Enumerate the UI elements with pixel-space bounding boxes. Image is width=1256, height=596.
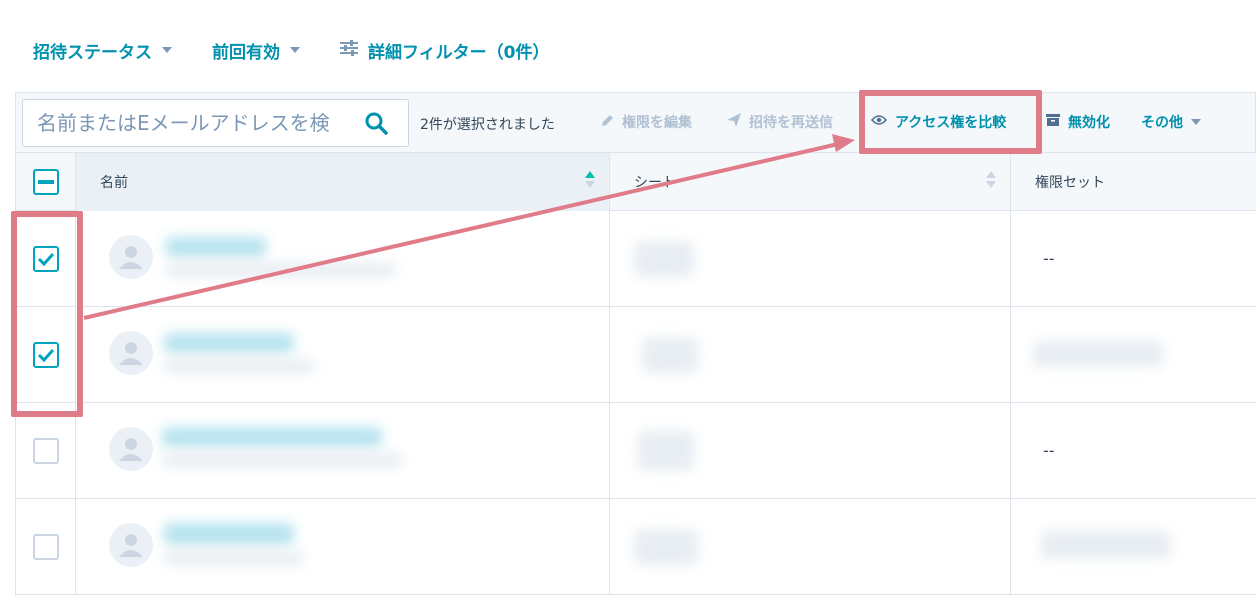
last-active-label: 前回有効 xyxy=(212,42,280,63)
table-header: 名前 シート 権限セット xyxy=(16,152,1256,211)
permission-set-cell xyxy=(1011,499,1256,594)
search-input[interactable] xyxy=(37,111,357,135)
seat-cell xyxy=(610,307,1011,402)
sort-icon xyxy=(986,171,996,188)
compare-access-button[interactable]: アクセス権を比較 xyxy=(870,112,1007,132)
redacted-name xyxy=(164,523,294,545)
chevron-down-icon xyxy=(162,47,172,53)
row-checkbox[interactable] xyxy=(32,533,59,560)
archive-icon xyxy=(1046,114,1060,130)
redacted-permission-set xyxy=(1041,531,1171,559)
permission-set-value: -- xyxy=(1043,249,1055,268)
pencil-icon xyxy=(601,114,614,131)
users-table: 名前 シート 権限セット -- -- xyxy=(15,152,1256,596)
invite-status-filter[interactable]: 招待ステータス xyxy=(33,38,172,63)
edit-permissions-button[interactable]: 権限を編集 xyxy=(601,112,692,132)
permission-set-cell: -- xyxy=(1011,211,1256,306)
deactivate-button[interactable]: 無効化 xyxy=(1046,112,1110,132)
redacted-name xyxy=(162,427,382,447)
row-checkbox[interactable] xyxy=(32,437,59,464)
redacted-email xyxy=(166,263,396,277)
more-label: その他 xyxy=(1141,115,1183,131)
redacted-seat xyxy=(642,337,698,373)
column-header-seat[interactable]: シート xyxy=(610,153,1011,211)
edit-permissions-label: 権限を編集 xyxy=(622,115,692,131)
column-header-permission-set[interactable]: 権限セット xyxy=(1011,153,1256,211)
row-check-cell xyxy=(16,307,76,402)
avatar xyxy=(109,235,153,279)
advanced-filters-button[interactable]: 詳細フィルター（0件） xyxy=(340,38,550,63)
table-toolbar: 2件が選択されました 権限を編集 招待を再送信 アクセス権を比較 無効化 その他 xyxy=(15,92,1256,152)
redacted-seat xyxy=(634,241,694,277)
column-permission-set-label: 権限セット xyxy=(1035,175,1105,191)
seat-cell xyxy=(610,403,1011,498)
seat-cell xyxy=(610,211,1011,306)
invite-status-label: 招待ステータス xyxy=(33,42,152,63)
sliders-icon xyxy=(340,39,358,61)
search-icon[interactable] xyxy=(364,111,388,139)
more-dropdown[interactable]: その他 xyxy=(1141,112,1201,132)
row-checkbox[interactable] xyxy=(32,245,59,272)
row-check-cell xyxy=(16,499,76,594)
deactivate-label: 無効化 xyxy=(1068,115,1110,131)
redacted-email xyxy=(164,359,314,373)
redacted-seat xyxy=(638,431,694,471)
selected-count: 2件が選択されました xyxy=(420,117,555,133)
select-all-checkbox[interactable] xyxy=(32,169,59,195)
avatar xyxy=(109,523,153,567)
chevron-down-icon xyxy=(290,47,300,53)
select-all-cell xyxy=(16,153,76,211)
row-check-cell xyxy=(16,211,76,306)
table-row[interactable] xyxy=(16,307,1256,403)
user-name-cell xyxy=(76,403,610,498)
permission-set-cell: -- xyxy=(1011,403,1256,498)
table-row[interactable] xyxy=(16,499,1256,595)
permission-set-value: -- xyxy=(1043,441,1055,460)
redacted-permission-set xyxy=(1033,341,1163,367)
filter-bar: 招待ステータス 前回有効 詳細フィルター（0件） xyxy=(33,36,550,64)
compare-access-label: アクセス権を比較 xyxy=(895,115,1007,131)
column-header-name[interactable]: 名前 xyxy=(76,153,610,211)
table-row[interactable]: -- xyxy=(16,211,1256,307)
last-active-filter[interactable]: 前回有効 xyxy=(212,38,300,63)
column-seat-label: シート xyxy=(634,175,676,191)
redacted-seat xyxy=(634,529,698,565)
column-name-label: 名前 xyxy=(100,175,128,191)
sort-icon xyxy=(585,171,595,188)
advanced-filters-label: 詳細フィルター（0件） xyxy=(368,42,550,63)
row-check-cell xyxy=(16,403,76,498)
eye-icon xyxy=(870,114,888,130)
avatar xyxy=(109,331,153,375)
resend-invite-button[interactable]: 招待を再送信 xyxy=(727,112,833,132)
permission-set-cell xyxy=(1011,307,1256,402)
search-box xyxy=(22,99,409,147)
user-name-cell xyxy=(76,211,610,306)
seat-cell xyxy=(610,499,1011,594)
redacted-email xyxy=(162,453,402,467)
table-row[interactable]: -- xyxy=(16,403,1256,499)
user-name-cell xyxy=(76,499,610,594)
redacted-name xyxy=(166,237,266,257)
user-name-cell xyxy=(76,307,610,402)
redacted-email xyxy=(164,551,304,565)
redacted-name xyxy=(164,333,294,353)
avatar xyxy=(109,427,153,471)
row-checkbox[interactable] xyxy=(32,341,59,368)
chevron-down-icon xyxy=(1191,119,1201,125)
resend-invite-label: 招待を再送信 xyxy=(749,115,833,131)
send-icon xyxy=(727,113,741,131)
